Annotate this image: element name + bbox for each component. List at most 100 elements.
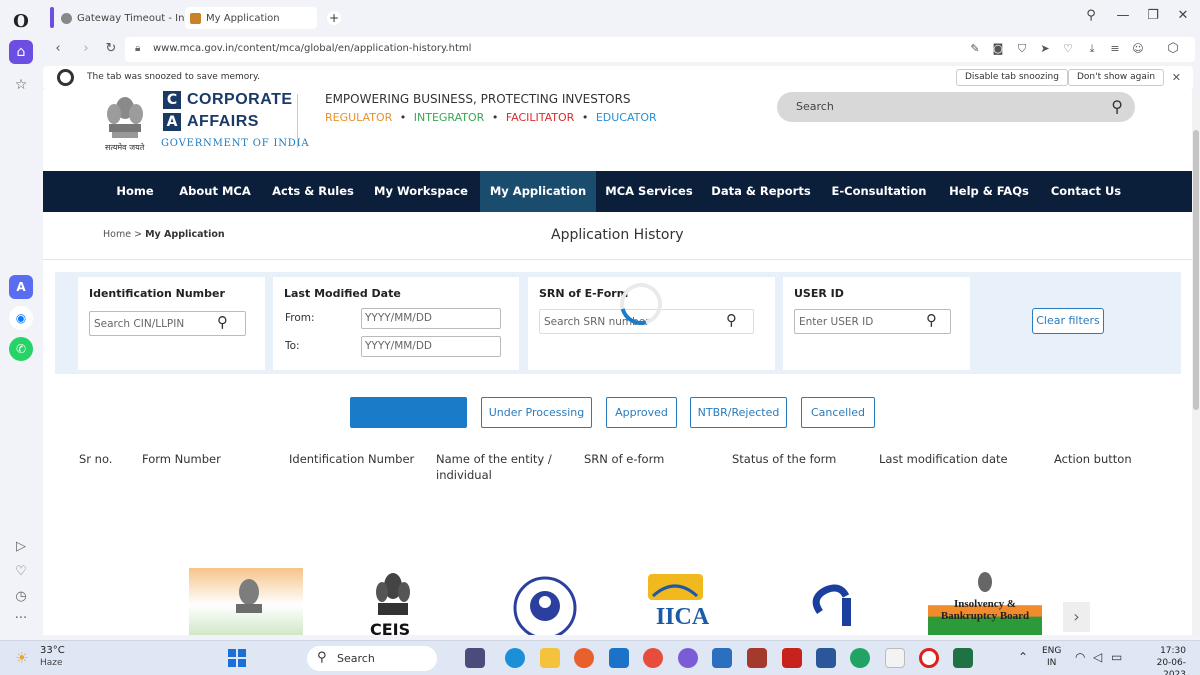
acrobat-icon[interactable] [782,648,802,668]
easy-setup-icon[interactable]: ≡ [1108,42,1122,55]
reload-icon[interactable]: ↻ [103,41,119,56]
to-date-input[interactable]: YYYY/MM/DD [361,336,501,357]
search-icon[interactable]: ⚲ [1111,97,1123,116]
firefox-icon[interactable] [574,648,594,668]
filter-user-id-label: USER ID [794,287,844,300]
ibbi-logo[interactable]: Insolvency & Bankruptcy Board [928,568,1042,635]
nav-contact-us[interactable]: Contact Us [1047,171,1125,212]
messenger-icon[interactable]: ◉ [9,306,33,330]
battery-icon[interactable]: ▭ [1111,650,1122,664]
file-explorer-icon[interactable] [540,648,560,668]
more-icon[interactable]: ··· [9,606,33,630]
download-icon[interactable]: ⤓ [1085,42,1099,56]
status-tab-under-processing[interactable]: Under Processing [481,397,592,428]
clear-filters-button[interactable]: Clear filters [1032,308,1104,334]
emblem-logo[interactable]: CEIS [368,568,418,635]
breadcrumb-home[interactable]: Home [103,229,131,240]
restore-icon[interactable]: ❐ [1143,8,1163,23]
nav-e-consultation[interactable]: E-Consultation [827,171,931,212]
teams-icon[interactable] [465,648,485,668]
status-tab-all[interactable] [350,397,467,428]
close-icon[interactable]: ✕ [1172,71,1181,84]
whatsapp-icon[interactable]: ✆ [9,337,33,361]
tab-gateway-timeout[interactable]: Gateway Timeout - In rea [56,7,184,29]
input-language[interactable]: ENG IN [1042,645,1061,669]
close-window-icon[interactable]: ✕ [1173,8,1193,23]
player-icon[interactable]: ▷ [9,534,33,558]
column-header: Action button [1054,452,1132,466]
word-icon[interactable] [816,648,836,668]
iica-logo[interactable]: IICA [645,568,720,635]
url-field[interactable]: 🔒︎ www.mca.gov.in/content/mca/global/en/… [125,37,1195,62]
carousel-next-button[interactable]: › [1063,602,1090,632]
emblem-flag-logo[interactable] [189,568,303,635]
shield-icon[interactable]: ⛉ [1015,42,1029,56]
heart-icon[interactable]: ♡ [9,559,33,583]
extensions-icon[interactable]: ⬡ [1165,41,1181,56]
site-search-input[interactable]: Search ⚲ [777,92,1135,122]
search-tabs-icon[interactable]: ⚲ [1081,8,1101,23]
iepf-emblem-icon [513,576,577,635]
status-tab-ntbr-rejected[interactable]: NTBR/Rejected [690,397,787,428]
chrome-profile-icon[interactable] [850,648,870,668]
nav-my-workspace[interactable]: My Workspace [372,171,470,212]
nav-my-application[interactable]: My Application [480,171,596,212]
page-scrollbar[interactable] [1192,90,1200,635]
excel-icon[interactable] [953,648,973,668]
wifi-icon[interactable]: ◠ [1075,650,1085,664]
taskbar-search-input[interactable]: ⚲ Search [307,646,437,671]
start-windows-icon[interactable] [228,649,246,667]
volume-icon[interactable]: ◁ [1093,650,1102,664]
iepf-logo[interactable] [505,568,585,635]
haze-weather-icon[interactable]: ☀ [15,649,28,667]
status-tab-approved[interactable]: Approved [606,397,677,428]
nav-mca-services[interactable]: MCA Services [602,171,696,212]
tab-island-accent [50,7,54,28]
edit-icon[interactable]: ✎ [968,42,982,55]
history-icon[interactable]: ◷ [9,584,33,608]
opera-logo-icon[interactable]: O [9,9,33,33]
star-icon[interactable]: ☆ [9,73,33,97]
main-nav: Home About MCA Acts & Rules My Workspace… [43,171,1192,212]
camera-icon[interactable]: ◙ [991,42,1005,55]
mail-icon[interactable] [609,648,629,668]
aria-icon[interactable]: A [9,275,33,299]
from-date-input[interactable]: YYYY/MM/DD [361,308,501,329]
home-icon[interactable]: ⌂ [9,40,33,64]
lock-icon: 🔒︎ [135,43,141,54]
minimize-icon[interactable]: — [1113,8,1133,23]
opera-icon[interactable] [919,648,939,668]
send-icon[interactable]: ➤ [1038,42,1052,55]
nav-data-reports[interactable]: Data & Reports [711,171,811,212]
scrollbar-thumb[interactable] [1193,130,1199,410]
nav-home[interactable]: Home [101,171,169,212]
nav-help-faqs[interactable]: Help & FAQs [944,171,1034,212]
nav-about-mca[interactable]: About MCA [175,171,255,212]
forward-icon[interactable]: › [78,41,94,56]
copilot-icon[interactable] [678,648,698,668]
show-hidden-icons[interactable]: ⌃ [1018,650,1028,664]
emblem-icon [236,579,262,613]
column-header: SRN of e-form [584,452,665,466]
search-icon[interactable]: ⚲ [726,311,737,329]
search-icon[interactable]: ⚲ [217,313,228,331]
app-icon[interactable] [747,648,767,668]
disable-snoozing-button[interactable]: Disable tab snoozing [956,69,1068,86]
search-icon[interactable]: ⚲ [926,311,937,329]
tagline: EMPOWERING BUSINESS, PROTECTING INVESTOR… [325,92,631,106]
notepad-icon[interactable] [885,648,905,668]
edge-icon[interactable] [505,648,525,668]
address-bar: ‹ › ↻ 🔒︎ www.mca.gov.in/content/mca/glob… [43,35,1200,64]
icsi-logo[interactable] [808,568,863,635]
heart-bookmark-icon[interactable]: ♡ [1061,42,1075,55]
back-icon[interactable]: ‹ [50,41,66,56]
new-tab-button[interactable]: + [327,11,341,25]
store-icon[interactable] [712,648,732,668]
profile-icon[interactable]: ☺ [1131,42,1145,55]
tab-my-application[interactable]: My Application [185,7,317,29]
status-tab-cancelled[interactable]: Cancelled [801,397,875,428]
dont-show-again-button[interactable]: Don't show again [1068,69,1165,86]
nav-acts-rules[interactable]: Acts & Rules [269,171,357,212]
chrome-icon[interactable] [643,648,663,668]
system-clock[interactable]: 17:30 20-06-2023 [1134,645,1186,675]
